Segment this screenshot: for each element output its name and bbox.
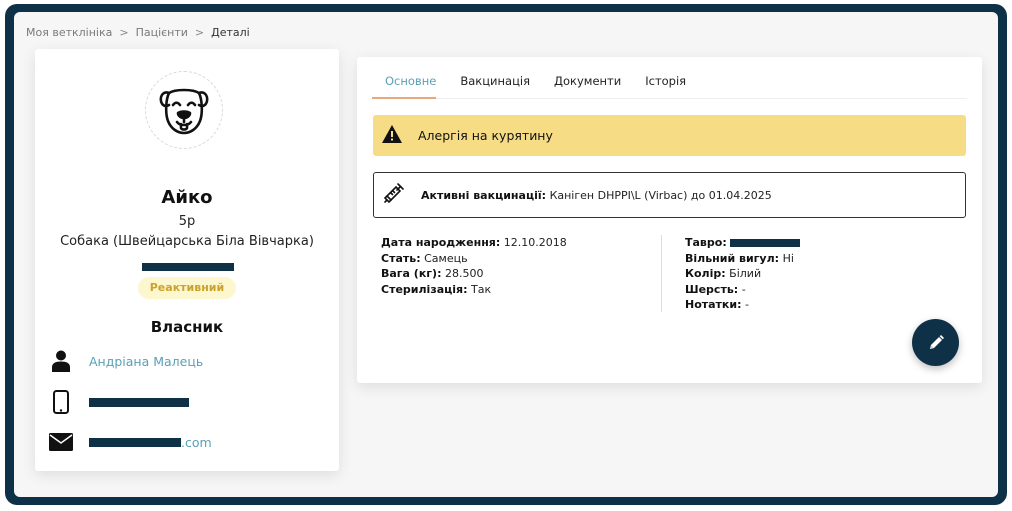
patient-age: 5р: [178, 214, 196, 229]
vaccination-label: Активні вакцинації:: [421, 188, 547, 202]
redacted-chip-number: [142, 263, 234, 271]
detail-label: Стать:: [381, 251, 421, 265]
envelope-icon: [49, 433, 73, 451]
detail-value: Білий: [729, 267, 762, 280]
detail-label: Вага (кг):: [381, 267, 442, 280]
owner-name-link[interactable]: Андріана Малець: [89, 354, 203, 369]
detail-label: Дата народження:: [381, 236, 501, 249]
status-badge: Реактивний: [138, 277, 236, 299]
detail-label: Стерилізація:: [381, 282, 468, 296]
app-screen: Моя ветклініка > Пацієнти > Деталі Айко …: [14, 12, 998, 497]
detail-value: Так: [471, 282, 492, 296]
patient-breed: Собака (Швейцарська Біла Вівчарка): [60, 234, 314, 249]
detail-row: Шерсть: -: [685, 282, 800, 298]
breadcrumb: Моя ветклініка > Пацієнти > Деталі: [26, 26, 250, 39]
detail-row: Дата народження: 12.10.2018: [381, 235, 567, 251]
pencil-icon: [929, 334, 944, 349]
tab-history[interactable]: Історія: [645, 70, 686, 99]
patient-card: Айко 5р Собака (Швейцарська Біла Вівчарк…: [35, 49, 339, 471]
active-vaccinations: Активні вакцинації: Каніген DHPPI\L (Vir…: [373, 172, 966, 218]
breadcrumb-separator: >: [194, 26, 205, 39]
detail-label: Шерсть:: [685, 282, 739, 296]
detail-value: 12.10.2018: [503, 236, 567, 249]
breadcrumb-clinic[interactable]: Моя ветклініка: [26, 26, 112, 39]
tab-bar: Основне Вакцинація Документи Історія: [372, 70, 967, 99]
detail-row: Вільний вигул: Ні: [685, 251, 800, 267]
detail-row: Стать: Самець: [381, 251, 567, 267]
syringe-icon: [383, 182, 405, 208]
breadcrumb-separator: >: [119, 26, 129, 39]
detail-row: Нотатки: -: [685, 297, 800, 313]
redacted-brand: [730, 239, 801, 247]
person-icon: [49, 350, 73, 372]
tab-main[interactable]: Основне: [372, 70, 437, 99]
device-frame: Моя ветклініка > Пацієнти > Деталі Айко …: [5, 4, 1007, 505]
detail-row: Стерилізація: Так: [381, 282, 567, 298]
owner-name-row: Андріана Малець: [49, 350, 203, 372]
patient-avatar: [145, 71, 223, 149]
allergy-text: Алергія на курятину: [418, 128, 553, 143]
detail-row: Тавро:: [685, 235, 801, 251]
tab-documents[interactable]: Документи: [554, 70, 621, 99]
owner-email-link[interactable]: .com: [181, 435, 212, 450]
owner-email-row: .com: [49, 433, 212, 451]
detail-value: Ні: [782, 251, 794, 265]
detail-label: Тавро:: [685, 236, 727, 249]
detail-label: Колір:: [685, 267, 726, 280]
breadcrumb-patients[interactable]: Пацієнти: [136, 26, 188, 39]
owner-section-title: Власник: [150, 318, 224, 336]
details-right-column: Тавро: Вільний вигул: Ні Колір: Білий Ше…: [685, 235, 801, 313]
detail-value: -: [741, 282, 746, 296]
redacted-phone: [89, 397, 189, 407]
redacted-email: [89, 437, 181, 447]
detail-label: Вільний вигул:: [685, 251, 780, 265]
detail-row: Вага (кг): 28.500: [381, 266, 567, 282]
vaccination-value: Каніген DHPPI\L (Virbac) до 01.04.2025: [549, 188, 772, 202]
detail-row: Колір: Білий: [685, 266, 800, 282]
edit-button[interactable]: [912, 319, 959, 366]
detail-value: -: [745, 298, 749, 311]
dog-face-icon: [159, 88, 209, 135]
allergy-alert: Алергія на курятину: [373, 115, 966, 156]
detail-value: Самець: [424, 251, 468, 265]
details-left-column: Дата народження: 12.10.2018 Стать: Самец…: [381, 235, 567, 297]
details-card: Основне Вакцинація Документи Історія Але…: [357, 57, 982, 383]
detail-label: Нотатки:: [685, 298, 742, 311]
patient-name: Айко: [161, 187, 213, 208]
details-divider: [661, 235, 662, 312]
tab-vaccination[interactable]: Вакцинація: [460, 70, 530, 99]
breadcrumb-current: Деталі: [211, 26, 250, 39]
owner-phone-row: [49, 390, 189, 414]
warning-icon: [382, 124, 402, 147]
detail-value: 28.500: [444, 267, 484, 280]
phone-icon: [49, 390, 73, 414]
